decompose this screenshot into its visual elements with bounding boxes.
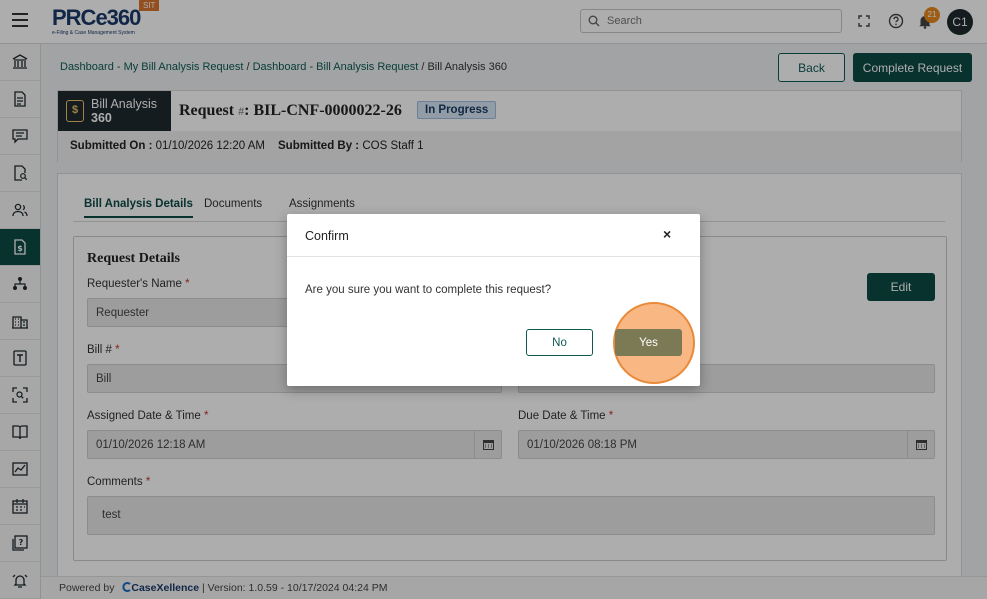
dialog-message: Are you sure you want to complete this r… (305, 284, 552, 296)
dialog-title: Confirm (305, 229, 349, 243)
dialog-divider (287, 256, 700, 257)
yes-button[interactable]: Yes (615, 329, 682, 356)
close-icon[interactable]: × (663, 226, 671, 242)
no-button[interactable]: No (526, 329, 593, 356)
